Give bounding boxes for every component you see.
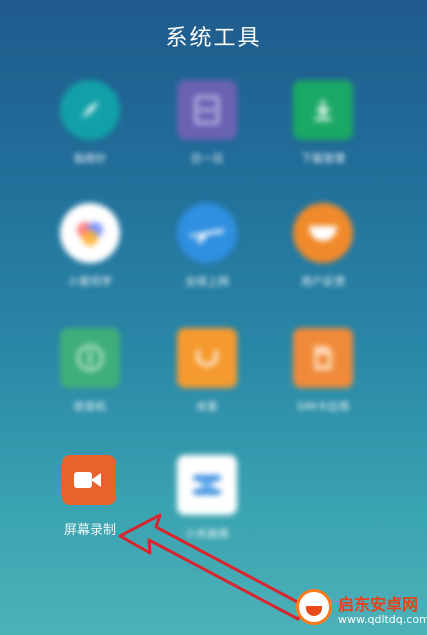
app-label: 屏幕录制	[63, 523, 116, 538]
app-mijia[interactable]: 米家	[157, 328, 257, 428]
app-download-manager[interactable]: 下载管理	[273, 80, 373, 180]
sim-icon	[293, 328, 353, 388]
calendar-icon	[177, 80, 237, 140]
smile-icon	[177, 328, 237, 388]
app-label: 日一日	[190, 152, 224, 165]
download-icon	[293, 80, 353, 140]
app-label: 米家	[196, 400, 218, 413]
app-assistant[interactable]: 小爱同学	[40, 203, 140, 303]
app-radio[interactable]: 收音机	[40, 328, 140, 428]
app-label: 下载管理	[301, 152, 345, 165]
folder-title: 系统工具	[165, 26, 262, 51]
app-screen-recorder[interactable]: 屏幕录制	[40, 455, 140, 555]
watermark-logo-icon	[296, 589, 332, 625]
airplane-icon	[177, 203, 237, 263]
compass-icon	[60, 80, 120, 140]
app-label: 用户反馈	[301, 275, 345, 288]
folder-screen: 系统工具 指南针 日一日 下载管理 小爱同学 全球上网 用户反馈 收音机 米家 …	[0, 0, 427, 635]
app-label: 指南针	[73, 152, 107, 165]
radio-icon	[60, 328, 120, 388]
app-user-feedback[interactable]: 用户反馈	[273, 203, 373, 303]
assistant-icon	[60, 203, 120, 263]
feedback-icon	[293, 203, 353, 263]
app-label: 收音机	[73, 400, 107, 413]
app-wallpaper-carousel[interactable]: 小米画报	[157, 455, 257, 555]
watermark-name: 启东安卓网	[338, 595, 419, 614]
app-global-internet[interactable]: 全球上网	[157, 203, 257, 303]
app-calendar[interactable]: 日一日	[157, 80, 257, 180]
wallpaper-icon	[177, 455, 237, 515]
app-label: 全球上网	[185, 275, 229, 288]
app-label: 小爱同学	[68, 275, 112, 288]
watermark-url: www.qdltdq.com	[338, 613, 427, 626]
app-label: SIM卡应用	[296, 400, 350, 413]
app-label: 小米画报	[185, 527, 229, 540]
app-sim-toolkit[interactable]: SIM卡应用	[273, 328, 373, 428]
app-compass[interactable]: 指南针	[40, 80, 140, 180]
video-camera-icon	[62, 455, 116, 505]
watermark: 启东安卓网 www.qdltdq.com	[292, 585, 427, 635]
